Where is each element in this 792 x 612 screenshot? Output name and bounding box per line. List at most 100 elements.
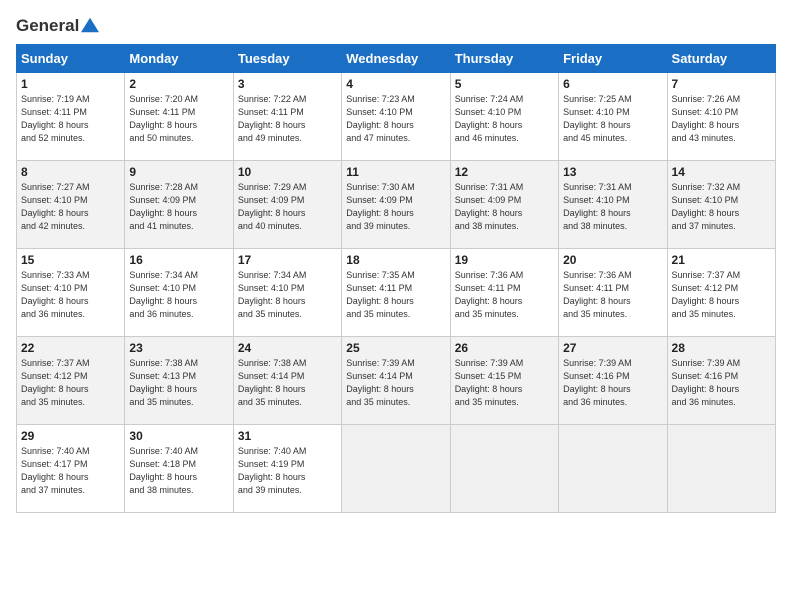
day-number: 11 — [346, 165, 445, 179]
table-row: 12 Sunrise: 7:31 AM Sunset: 4:09 PM Dayli… — [450, 161, 558, 249]
table-row — [667, 425, 775, 513]
calendar-row: 15 Sunrise: 7:33 AM Sunset: 4:10 PM Dayli… — [17, 249, 776, 337]
day-info: Sunrise: 7:22 AM Sunset: 4:11 PM Dayligh… — [238, 93, 337, 145]
header: General — [16, 16, 776, 34]
day-number: 5 — [455, 77, 554, 91]
calendar-row: 29 Sunrise: 7:40 AM Sunset: 4:17 PM Dayli… — [17, 425, 776, 513]
day-info: Sunrise: 7:26 AM Sunset: 4:10 PM Dayligh… — [672, 93, 771, 145]
day-number: 12 — [455, 165, 554, 179]
day-info: Sunrise: 7:39 AM Sunset: 4:16 PM Dayligh… — [672, 357, 771, 409]
day-info: Sunrise: 7:19 AM Sunset: 4:11 PM Dayligh… — [21, 93, 120, 145]
day-info: Sunrise: 7:35 AM Sunset: 4:11 PM Dayligh… — [346, 269, 445, 321]
day-number: 14 — [672, 165, 771, 179]
day-number: 16 — [129, 253, 228, 267]
day-number: 30 — [129, 429, 228, 443]
table-row: 14 Sunrise: 7:32 AM Sunset: 4:10 PM Dayli… — [667, 161, 775, 249]
table-row: 5 Sunrise: 7:24 AM Sunset: 4:10 PM Daylig… — [450, 73, 558, 161]
calendar-table: Sunday Monday Tuesday Wednesday Thursday… — [16, 44, 776, 513]
table-row: 24 Sunrise: 7:38 AM Sunset: 4:14 PM Dayli… — [233, 337, 341, 425]
table-row: 15 Sunrise: 7:33 AM Sunset: 4:10 PM Dayli… — [17, 249, 125, 337]
col-tuesday: Tuesday — [233, 45, 341, 73]
day-number: 22 — [21, 341, 120, 355]
table-row: 31Sunrise: 7:40 AM Sunset: 4:19 PM Dayli… — [233, 425, 341, 513]
day-number: 9 — [129, 165, 228, 179]
day-info: Sunrise: 7:31 AM Sunset: 4:10 PM Dayligh… — [563, 181, 662, 233]
day-info: Sunrise: 7:24 AM Sunset: 4:10 PM Dayligh… — [455, 93, 554, 145]
day-number: 21 — [672, 253, 771, 267]
table-row: 4Sunrise: 7:23 AM Sunset: 4:10 PM Daylig… — [342, 73, 450, 161]
table-row: 8Sunrise: 7:27 AM Sunset: 4:10 PM Daylig… — [17, 161, 125, 249]
table-row — [342, 425, 450, 513]
day-info: Sunrise: 7:39 AM Sunset: 4:15 PM Dayligh… — [455, 357, 554, 409]
table-row: 30 Sunrise: 7:40 AM Sunset: 4:18 PM Dayli… — [125, 425, 233, 513]
day-info: Sunrise: 7:29 AM Sunset: 4:09 PM Dayligh… — [238, 181, 337, 233]
table-row: 23Sunrise: 7:38 AM Sunset: 4:13 PM Dayli… — [125, 337, 233, 425]
table-row — [559, 425, 667, 513]
day-info: Sunrise: 7:31 AM Sunset: 4:09 PM Dayligh… — [455, 181, 554, 233]
day-number: 15 — [21, 253, 120, 267]
day-info: Sunrise: 7:23 AM Sunset: 4:10 PM Dayligh… — [346, 93, 445, 145]
table-row: 18 Sunrise: 7:35 AM Sunset: 4:11 PM Dayli… — [342, 249, 450, 337]
col-thursday: Thursday — [450, 45, 558, 73]
calendar-header-row: Sunday Monday Tuesday Wednesday Thursday… — [17, 45, 776, 73]
day-number: 7 — [672, 77, 771, 91]
table-row: 6Sunrise: 7:25 AM Sunset: 4:10 PM Daylig… — [559, 73, 667, 161]
day-number: 1 — [21, 77, 120, 91]
table-row: 10 Sunrise: 7:29 AM Sunset: 4:09 PM Dayli… — [233, 161, 341, 249]
day-number: 13 — [563, 165, 662, 179]
table-row: 28 Sunrise: 7:39 AM Sunset: 4:16 PM Dayli… — [667, 337, 775, 425]
table-row: 20 Sunrise: 7:36 AM Sunset: 4:11 PM Dayli… — [559, 249, 667, 337]
day-info: Sunrise: 7:20 AM Sunset: 4:11 PM Dayligh… — [129, 93, 228, 145]
day-number: 10 — [238, 165, 337, 179]
day-number: 24 — [238, 341, 337, 355]
day-number: 18 — [346, 253, 445, 267]
day-info: Sunrise: 7:40 AM Sunset: 4:18 PM Dayligh… — [129, 445, 228, 497]
day-number: 3 — [238, 77, 337, 91]
table-row: 11 Sunrise: 7:30 AM Sunset: 4:09 PM Dayli… — [342, 161, 450, 249]
day-number: 28 — [672, 341, 771, 355]
table-row: 17 Sunrise: 7:34 AM Sunset: 4:10 PM Dayli… — [233, 249, 341, 337]
day-number: 25 — [346, 341, 445, 355]
day-number: 26 — [455, 341, 554, 355]
day-number: 8 — [21, 165, 120, 179]
day-info: Sunrise: 7:38 AM Sunset: 4:14 PM Dayligh… — [238, 357, 337, 409]
day-number: 29 — [21, 429, 120, 443]
logo-triangle-icon — [81, 16, 99, 34]
day-info: Sunrise: 7:39 AM Sunset: 4:14 PM Dayligh… — [346, 357, 445, 409]
day-info: Sunrise: 7:36 AM Sunset: 4:11 PM Dayligh… — [455, 269, 554, 321]
table-row: 27Sunrise: 7:39 AM Sunset: 4:16 PM Dayli… — [559, 337, 667, 425]
calendar-row: 1 Sunrise: 7:19 AM Sunset: 4:11 PM Daylig… — [17, 73, 776, 161]
day-info: Sunrise: 7:28 AM Sunset: 4:09 PM Dayligh… — [129, 181, 228, 233]
day-info: Sunrise: 7:40 AM Sunset: 4:19 PM Dayligh… — [238, 445, 337, 497]
day-number: 6 — [563, 77, 662, 91]
col-sunday: Sunday — [17, 45, 125, 73]
day-info: Sunrise: 7:33 AM Sunset: 4:10 PM Dayligh… — [21, 269, 120, 321]
col-monday: Monday — [125, 45, 233, 73]
day-info: Sunrise: 7:36 AM Sunset: 4:11 PM Dayligh… — [563, 269, 662, 321]
day-info: Sunrise: 7:40 AM Sunset: 4:17 PM Dayligh… — [21, 445, 120, 497]
day-info: Sunrise: 7:32 AM Sunset: 4:10 PM Dayligh… — [672, 181, 771, 233]
day-number: 20 — [563, 253, 662, 267]
day-info: Sunrise: 7:34 AM Sunset: 4:10 PM Dayligh… — [129, 269, 228, 321]
table-row: 2 Sunrise: 7:20 AM Sunset: 4:11 PM Daylig… — [125, 73, 233, 161]
table-row: 7 Sunrise: 7:26 AM Sunset: 4:10 PM Daylig… — [667, 73, 775, 161]
table-row: 19Sunrise: 7:36 AM Sunset: 4:11 PM Dayli… — [450, 249, 558, 337]
logo-general: General — [16, 16, 79, 36]
table-row: 16 Sunrise: 7:34 AM Sunset: 4:10 PM Dayli… — [125, 249, 233, 337]
day-number: 2 — [129, 77, 228, 91]
calendar-row: 22Sunrise: 7:37 AM Sunset: 4:12 PM Dayli… — [17, 337, 776, 425]
day-info: Sunrise: 7:34 AM Sunset: 4:10 PM Dayligh… — [238, 269, 337, 321]
logo: General — [16, 16, 99, 34]
day-number: 17 — [238, 253, 337, 267]
table-row: 29 Sunrise: 7:40 AM Sunset: 4:17 PM Dayli… — [17, 425, 125, 513]
table-row: 1 Sunrise: 7:19 AM Sunset: 4:11 PM Daylig… — [17, 73, 125, 161]
day-info: Sunrise: 7:39 AM Sunset: 4:16 PM Dayligh… — [563, 357, 662, 409]
col-friday: Friday — [559, 45, 667, 73]
table-row: 25 Sunrise: 7:39 AM Sunset: 4:14 PM Dayli… — [342, 337, 450, 425]
day-info: Sunrise: 7:30 AM Sunset: 4:09 PM Dayligh… — [346, 181, 445, 233]
col-wednesday: Wednesday — [342, 45, 450, 73]
table-row: 3 Sunrise: 7:22 AM Sunset: 4:11 PM Daylig… — [233, 73, 341, 161]
day-number: 23 — [129, 341, 228, 355]
table-row: 9 Sunrise: 7:28 AM Sunset: 4:09 PM Daylig… — [125, 161, 233, 249]
table-row — [450, 425, 558, 513]
